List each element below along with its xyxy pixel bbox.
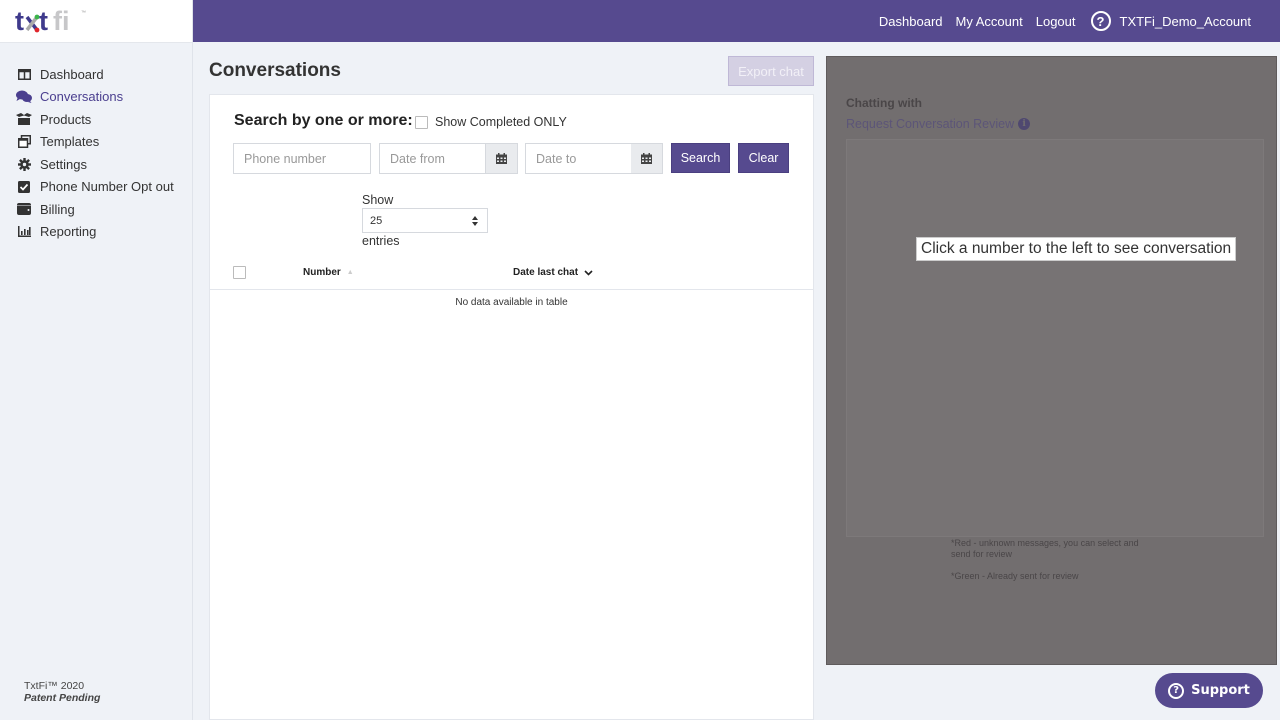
box-icon	[16, 112, 32, 126]
sidebar-item-label: Dashboard	[40, 66, 104, 82]
phone-number-input[interactable]: Phone number	[233, 143, 371, 174]
clear-button[interactable]: Clear	[738, 143, 789, 173]
sidebar-item-settings[interactable]: Settings	[0, 153, 192, 176]
question-circle-icon: ?	[1168, 682, 1185, 699]
page-title: Conversations	[209, 60, 341, 81]
chevron-down-icon	[584, 269, 593, 276]
selected-value: 25	[370, 214, 383, 227]
gear-icon	[16, 157, 32, 171]
sidebar: t t fi ™ Dashboard Conversations Product…	[0, 0, 193, 720]
conversations-card: Search by one or more: Show Completed ON…	[209, 94, 814, 720]
checkbox[interactable]	[415, 115, 428, 129]
legend-green: *Green - Already sent for review	[951, 571, 1079, 581]
calendar-icon	[641, 153, 652, 164]
check-square-icon	[16, 180, 32, 194]
support-button[interactable]: ? Support	[1155, 673, 1263, 708]
date-to-input[interactable]: Date to	[525, 143, 632, 174]
columns-icon	[16, 67, 32, 81]
chat-placeholder-message: Click a number to the left to see conver…	[916, 237, 1237, 261]
date-to-calendar-button[interactable]	[631, 143, 663, 174]
sidebar-item-opt-out[interactable]: Phone Number Opt out	[0, 176, 192, 199]
sidebar-item-products[interactable]: Products	[0, 108, 192, 131]
copyright-text: TxtFi™ 2020	[24, 680, 85, 692]
patent-text: Patent Pending	[24, 692, 101, 704]
column-label: Date last chat	[513, 267, 579, 278]
sidebar-footer: TxtFi™ 2020 Patent Pending	[24, 680, 100, 704]
show-entries-label: Show	[362, 193, 394, 207]
svg-text:fi: fi	[53, 6, 70, 36]
sidebar-item-label: Settings	[40, 156, 87, 172]
sidebar-nav: Dashboard Conversations Products Templat…	[0, 43, 192, 243]
column-label: Number	[303, 267, 341, 278]
table-header: Number ▲ Date last chat	[210, 258, 813, 290]
window-restore-icon	[16, 135, 32, 149]
question-circle-icon[interactable]: ?	[1090, 11, 1111, 31]
empty-table-message: No data available in table	[455, 297, 568, 308]
date-from-input[interactable]: Date from	[379, 143, 486, 174]
sidebar-item-label: Templates	[40, 134, 100, 150]
sidebar-item-label: Conversations	[40, 89, 124, 105]
request-review-label: Request Conversation Review	[846, 117, 1015, 131]
color-legend: *Red - unknown messages, you can select …	[951, 538, 1151, 593]
top-navbar: Dashboard My Account Logout ? TXTFi_Demo…	[193, 0, 1280, 42]
sidebar-item-label: Phone Number Opt out	[40, 179, 174, 195]
sidebar-item-templates[interactable]: Templates	[0, 131, 192, 154]
date-from-calendar-button[interactable]	[486, 143, 518, 174]
sidebar-item-conversations[interactable]: Conversations	[0, 86, 192, 109]
comments-icon	[16, 90, 32, 104]
nav-link-my-account[interactable]: My Account	[956, 14, 1023, 29]
calendar-icon	[496, 153, 507, 164]
select-all-checkbox[interactable]	[233, 266, 246, 279]
nav-link-logout[interactable]: Logout	[1036, 14, 1076, 29]
search-label: Search by one or more:	[234, 112, 413, 129]
sidebar-item-label: Reporting	[40, 224, 97, 240]
nav-link-dashboard[interactable]: Dashboard	[879, 14, 943, 29]
entries-label: entries	[362, 234, 400, 248]
txtfi-logo-icon: t t fi ™	[15, 6, 86, 36]
search-button[interactable]: Search	[671, 143, 730, 173]
sidebar-item-label: Billing	[40, 201, 75, 217]
logo[interactable]: t t fi ™	[0, 0, 192, 43]
support-label: Support	[1191, 683, 1250, 698]
sidebar-item-billing[interactable]: Billing	[0, 198, 192, 221]
info-icon[interactable]: i	[1018, 118, 1031, 130]
chatting-with-label: Chatting with	[846, 96, 922, 110]
chat-messages-box	[846, 139, 1264, 537]
sidebar-item-label: Products	[40, 111, 92, 127]
svg-text:t: t	[39, 6, 48, 36]
request-review-link[interactable]: Request Conversation Review i	[846, 117, 1031, 131]
entries-per-page-select[interactable]: 25	[362, 208, 488, 233]
sidebar-item-reporting[interactable]: Reporting	[0, 221, 192, 244]
column-header-date-last-chat[interactable]: Date last chat	[513, 267, 593, 278]
account-name[interactable]: TXTFi_Demo_Account	[1120, 14, 1252, 29]
legend-red: *Red - unknown messages, you can select …	[951, 538, 1139, 559]
wallet-icon	[16, 202, 32, 216]
bar-chart-icon	[16, 225, 32, 239]
sidebar-item-dashboard[interactable]: Dashboard	[0, 63, 192, 86]
sort-icon: ▲	[346, 269, 354, 276]
chat-panel: Chatting with Request Conversation Revie…	[826, 56, 1277, 665]
show-completed-checkbox[interactable]: Show Completed ONLY	[415, 115, 567, 129]
svg-text:t: t	[15, 6, 24, 36]
column-header-number[interactable]: Number ▲	[303, 267, 354, 278]
export-chat-button[interactable]: Export chat	[728, 56, 814, 86]
show-completed-label: Show Completed ONLY	[435, 115, 567, 129]
sort-arrows-icon	[472, 215, 478, 226]
svg-text:™: ™	[81, 10, 86, 16]
